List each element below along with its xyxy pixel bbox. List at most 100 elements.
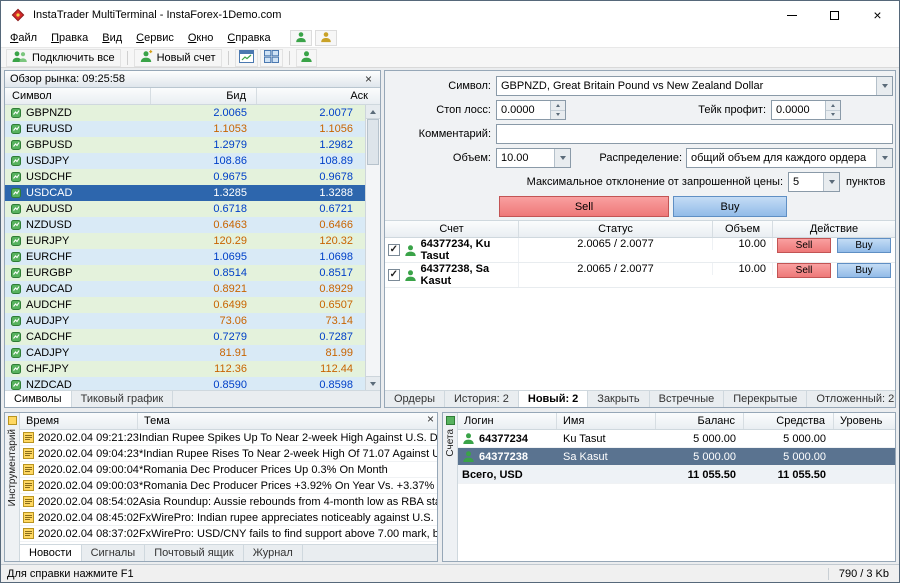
- menu-service[interactable]: Сервис: [129, 30, 181, 46]
- market-row[interactable]: AUDUSD0.67180.6721: [5, 201, 365, 217]
- account-row[interactable]: 64377238Sa Kasut5 000.005 000.00: [458, 448, 895, 466]
- news-row[interactable]: 2020.02.04 09:00:03*Romania Dec Producer…: [20, 478, 437, 494]
- market-row[interactable]: EURUSD1.10531.1056: [5, 121, 365, 137]
- row-sell-button[interactable]: Sell: [777, 238, 831, 253]
- column-level[interactable]: Уровень: [834, 413, 895, 429]
- maximize-button[interactable]: [813, 1, 856, 29]
- scrollbar-track[interactable]: [366, 119, 380, 376]
- market-row[interactable]: USDJPY108.86108.89: [5, 153, 365, 169]
- market-row[interactable]: GBPUSD1.29791.2982: [5, 137, 365, 153]
- market-watch-close-icon[interactable]: ×: [362, 73, 375, 85]
- spin-up-icon[interactable]: [551, 101, 565, 111]
- column-balance[interactable]: Баланс: [656, 413, 744, 429]
- spin-down-icon[interactable]: [551, 111, 565, 120]
- market-row[interactable]: EURGBP0.85140.8517: [5, 265, 365, 281]
- news-row[interactable]: 2020.02.04 09:21:23Indian Rupee Spikes U…: [20, 430, 437, 446]
- order-tab[interactable]: Отложенный: 2: [807, 391, 895, 407]
- chevron-down-icon[interactable]: [876, 77, 892, 95]
- order-tab[interactable]: Новый: 2: [519, 391, 588, 407]
- row-buy-button[interactable]: Buy: [837, 263, 891, 278]
- scroll-down-button[interactable]: [366, 376, 380, 390]
- scroll-up-button[interactable]: [366, 105, 380, 119]
- take-profit-input[interactable]: 0.0000: [771, 100, 841, 120]
- market-row[interactable]: EURCHF1.06951.0698: [5, 249, 365, 265]
- column-time[interactable]: Время: [20, 413, 138, 429]
- chevron-down-icon[interactable]: [876, 149, 892, 167]
- market-row[interactable]: NZDUSD0.64630.6466: [5, 217, 365, 233]
- scrollbar-thumb[interactable]: [367, 119, 379, 165]
- column-ask[interactable]: Аск: [257, 88, 380, 104]
- order-tab[interactable]: Встречные: [650, 391, 725, 407]
- order-tab[interactable]: Закрыть: [588, 391, 649, 407]
- news-close-icon[interactable]: ×: [424, 413, 437, 429]
- new-account-button[interactable]: Новый счет: [134, 49, 222, 67]
- column-action[interactable]: Действие: [773, 221, 895, 237]
- close-button[interactable]: ×: [856, 1, 899, 29]
- market-scrollbar[interactable]: [365, 105, 380, 390]
- symbol-select[interactable]: GBPNZD, Great Britain Pound vs New Zeala…: [496, 76, 893, 96]
- account-list-button[interactable]: [296, 49, 317, 67]
- row-buy-button[interactable]: Buy: [837, 238, 891, 253]
- minimize-button[interactable]: [770, 1, 813, 29]
- news-row[interactable]: 2020.02.04 08:37:02FxWirePro: USD/CNY fa…: [20, 526, 437, 542]
- menu-help[interactable]: Справка: [220, 30, 277, 46]
- column-name[interactable]: Имя: [557, 413, 656, 429]
- chevron-down-icon[interactable]: [823, 173, 839, 191]
- market-row[interactable]: CHFJPY112.36112.44: [5, 361, 365, 377]
- tile-windows-button[interactable]: [260, 49, 283, 67]
- spin-down-icon[interactable]: [826, 111, 840, 120]
- column-login[interactable]: Логин: [458, 413, 557, 429]
- new-chart-window-button[interactable]: [235, 49, 258, 67]
- market-tab[interactable]: Тиковый график: [72, 391, 174, 407]
- market-row[interactable]: CADJPY81.9181.99: [5, 345, 365, 361]
- news-row[interactable]: 2020.02.04 09:04:23*Indian Rupee Rises T…: [20, 446, 437, 462]
- market-row[interactable]: AUDCAD0.89210.8929: [5, 281, 365, 297]
- connect-all-button[interactable]: Подключить все: [6, 49, 121, 67]
- comment-input[interactable]: [496, 124, 893, 144]
- column-account[interactable]: Счет: [385, 221, 519, 237]
- menu-file[interactable]: Файл: [3, 30, 44, 46]
- market-row[interactable]: AUDCHF0.64990.6507: [5, 297, 365, 313]
- news-row[interactable]: 2020.02.04 08:45:02FxWirePro: Indian rup…: [20, 510, 437, 526]
- order-tab[interactable]: История: 2: [445, 391, 519, 407]
- market-row[interactable]: EURJPY120.29120.32: [5, 233, 365, 249]
- news-row[interactable]: 2020.02.04 09:00:04*Romania Dec Producer…: [20, 462, 437, 478]
- news-tab[interactable]: Сигналы: [82, 545, 146, 561]
- order-tab[interactable]: Перекрытые: [724, 391, 807, 407]
- column-equity[interactable]: Средства: [744, 413, 834, 429]
- account-checkbox[interactable]: ✓: [388, 269, 400, 281]
- column-status[interactable]: Статус: [519, 221, 713, 237]
- accounts-side-tab[interactable]: Счета: [443, 413, 458, 561]
- column-symbol[interactable]: Символ: [5, 88, 151, 104]
- menu-view[interactable]: Вид: [95, 30, 129, 46]
- mini-accounts-button[interactable]: [290, 30, 312, 46]
- account-checkbox[interactable]: ✓: [388, 244, 400, 256]
- deviation-select[interactable]: 5: [788, 172, 840, 192]
- market-row[interactable]: CADCHF0.72790.7287: [5, 329, 365, 345]
- row-sell-button[interactable]: Sell: [777, 263, 831, 278]
- market-row[interactable]: USDCAD1.32851.3288: [5, 185, 365, 201]
- menu-window[interactable]: Окно: [181, 30, 221, 46]
- account-row[interactable]: 64377234Ku Tasut5 000.005 000.00: [458, 430, 895, 448]
- market-row[interactable]: NZDCAD0.85900.8598: [5, 377, 365, 390]
- column-bid[interactable]: Бид: [151, 88, 257, 104]
- market-row[interactable]: USDCHF0.96750.9678: [5, 169, 365, 185]
- mini-connect-button[interactable]: [315, 30, 337, 46]
- market-row[interactable]: AUDJPY73.0673.14: [5, 313, 365, 329]
- column-volume[interactable]: Объем: [713, 221, 773, 237]
- order-tab[interactable]: Ордеры: [385, 391, 445, 407]
- sell-button[interactable]: Sell: [499, 196, 669, 217]
- menu-edit[interactable]: Правка: [44, 30, 95, 46]
- toolbox-side-tab[interactable]: Инструментарий: [5, 413, 20, 561]
- buy-button[interactable]: Buy: [673, 196, 787, 217]
- news-tab[interactable]: Почтовый ящик: [145, 545, 243, 561]
- distribution-select[interactable]: общий объем для каждого ордера: [686, 148, 893, 168]
- stop-loss-input[interactable]: 0.0000: [496, 100, 566, 120]
- market-row[interactable]: GBPNZD2.00652.0077: [5, 105, 365, 121]
- news-tab[interactable]: Новости: [20, 545, 82, 561]
- news-row[interactable]: 2020.02.04 08:54:02Asia Roundup: Aussie …: [20, 494, 437, 510]
- news-tab[interactable]: Журнал: [244, 545, 303, 561]
- column-topic[interactable]: Тема: [138, 413, 424, 429]
- market-tab[interactable]: Символы: [5, 391, 72, 407]
- spin-up-icon[interactable]: [826, 101, 840, 111]
